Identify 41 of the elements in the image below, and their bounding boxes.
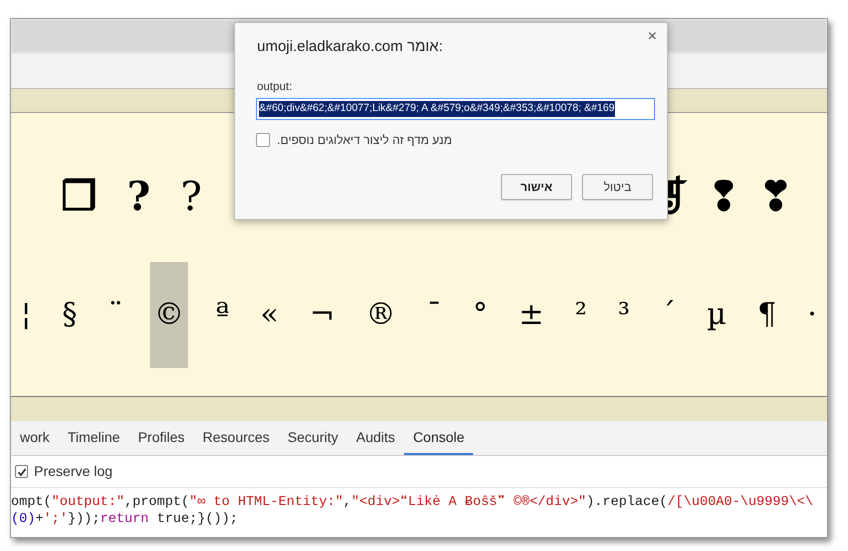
glyph: ¶ — [756, 296, 778, 334]
glyph: ª — [214, 296, 230, 334]
devtools-tab[interactable]: Resources — [194, 421, 279, 455]
field-label: output: — [257, 80, 292, 95]
console-code-line: (0)+';'}));return true;}()); — [11, 511, 239, 528]
devtools-tab[interactable]: Security — [278, 421, 348, 455]
glyph: § — [61, 296, 78, 334]
glyph: µ — [706, 296, 728, 334]
close-button[interactable]: × — [648, 29, 657, 45]
devtools-tab[interactable]: Profiles — [128, 421, 194, 455]
glyph: © — [150, 262, 188, 368]
glyph: ? — [179, 173, 203, 222]
input-field[interactable]: &#60;div&#62;&#10077;Lik&#279; A &#579;o&#349;&#353;&#10078; &#169 — [256, 98, 655, 120]
glyph: ¦ — [20, 296, 32, 334]
checkbox-label: מנע מדף זה ליצור דיאלוגים נוספים. — [277, 132, 452, 149]
cancel-button[interactable]: ביטול — [582, 174, 653, 200]
devtools-tab[interactable]: work — [11, 421, 59, 455]
glyph: · — [806, 296, 818, 334]
checkbox[interactable] — [15, 465, 28, 478]
glyph: ² — [574, 296, 588, 334]
glyph: ¯ — [426, 296, 443, 334]
glyph: ± — [518, 296, 545, 334]
glyph: ³ — [616, 296, 631, 334]
glyph: ° — [472, 296, 489, 334]
devtools-tab[interactable]: Console — [404, 421, 474, 455]
glyph: ❣ — [758, 172, 794, 222]
glyph: ® — [364, 296, 397, 334]
glyph: « — [259, 296, 280, 334]
glyph: ¨ — [107, 296, 124, 334]
devtools-tab[interactable]: Timeline — [58, 421, 129, 455]
devtools-tab[interactable]: Audits — [347, 421, 404, 455]
checkbox[interactable] — [256, 133, 270, 147]
glyph: ¬ — [308, 296, 336, 334]
console-code-line: ompt("output:",prompt("∞ to HTML-Entity:","<div>❝Likė A Ƀoŝš❞ ©®</div>").replace(/[\u00A0-\u9999\<\ — [11, 494, 814, 511]
glyph: ´ — [660, 296, 677, 334]
dialog-title: umoji.eladkarako.com אומר: — [257, 37, 443, 57]
preserve-log-label: Preserve log — [34, 462, 113, 481]
glyph: ❢ — [706, 172, 742, 222]
glyph: ❒ — [60, 172, 98, 222]
ok-button[interactable]: אישור — [501, 174, 572, 200]
glyph: ? — [126, 172, 152, 222]
